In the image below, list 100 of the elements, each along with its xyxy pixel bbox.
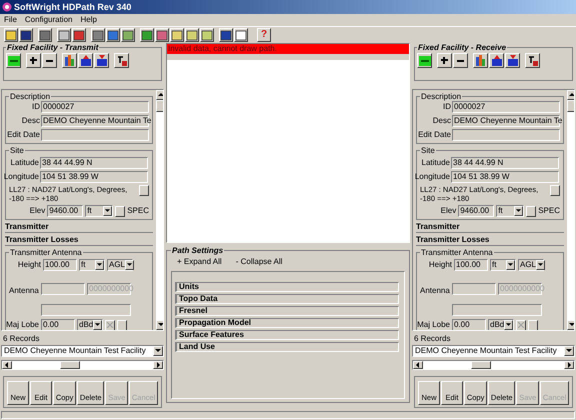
text-field[interactable]: 104 51 38.99 W xyxy=(40,171,148,183)
field-label: ID xyxy=(32,102,40,112)
dropdown[interactable]: AGL xyxy=(107,259,133,271)
text-field[interactable] xyxy=(41,304,131,316)
section-header[interactable]: Transmitter xyxy=(5,222,153,233)
field-label: Edit Date xyxy=(7,130,40,140)
menu-item[interactable]: Configuration xyxy=(24,15,72,25)
small-button[interactable] xyxy=(117,320,127,330)
section-header[interactable]: Land Use xyxy=(175,342,399,352)
section-header[interactable]: Transmitter Losses xyxy=(416,235,564,246)
right-arrow-icon xyxy=(565,361,573,369)
clear-button[interactable] xyxy=(105,320,115,330)
text-field[interactable]: 9460.00 xyxy=(458,205,494,217)
toolbar-button[interactable] xyxy=(94,53,109,68)
scroll-thumb[interactable] xyxy=(156,100,163,112)
text-field[interactable]: 100.00 xyxy=(43,259,77,271)
section-header[interactable]: Topo Data xyxy=(175,294,399,304)
error-banner: Invalid data, cannot draw path. xyxy=(167,44,409,54)
window-title: SoftWright HDPath Rev 340 xyxy=(14,1,132,13)
toolbar-button[interactable] xyxy=(453,53,468,68)
vertical-scrollbar[interactable] xyxy=(156,90,163,330)
up-arrow-icon xyxy=(157,91,163,99)
section-header[interactable]: Fresnel xyxy=(175,306,399,316)
scroll-thumb[interactable] xyxy=(567,100,574,112)
dropdown[interactable]: dBd xyxy=(488,319,514,330)
text-field[interactable] xyxy=(41,129,149,141)
toolbar-button[interactable] xyxy=(525,53,540,68)
field-label: Maj Lobe xyxy=(6,320,39,330)
toolbar-button[interactable] xyxy=(114,53,129,68)
toolbar-button[interactable] xyxy=(505,53,520,68)
group-legend: Description xyxy=(420,92,462,101)
text-field[interactable]: 9460.00 xyxy=(47,205,84,217)
field-label: Latitude xyxy=(10,158,39,168)
horizontal-scrollbar[interactable] xyxy=(412,360,575,370)
text-field[interactable] xyxy=(452,129,560,141)
datum-button[interactable] xyxy=(139,185,149,196)
dropdown[interactable]: dBd xyxy=(77,319,103,330)
field-label: Antenna xyxy=(420,286,450,295)
toolbar-button[interactable] xyxy=(42,53,57,68)
text-field[interactable]: DEMO Cheyenne Mountain Te xyxy=(41,115,149,127)
field-label: Maj Lobe xyxy=(417,320,450,330)
text-field[interactable]: 38 44 44.99 N xyxy=(40,157,148,169)
section-header[interactable]: Transmitter xyxy=(416,222,564,233)
database-download-icon xyxy=(96,55,106,66)
bar-chart-icon xyxy=(476,55,486,66)
field-label: ID xyxy=(443,102,451,112)
toolbar-button[interactable] xyxy=(473,53,488,68)
toolbar-button[interactable] xyxy=(78,53,93,68)
toolbar-button[interactable] xyxy=(26,53,41,68)
field-label: Height xyxy=(428,260,452,270)
toolbar-button[interactable] xyxy=(62,53,77,68)
small-button[interactable] xyxy=(528,320,538,330)
toolbar-button[interactable] xyxy=(417,53,432,68)
scroll-thumb[interactable] xyxy=(60,361,80,369)
text-field[interactable]: 0000027 xyxy=(41,101,149,113)
down-arrow-icon xyxy=(154,347,162,355)
field-label: Longitude xyxy=(4,172,39,182)
group-legend: Site xyxy=(420,146,436,155)
text-field[interactable]: 0.00 xyxy=(41,319,75,330)
scroll-thumb[interactable] xyxy=(471,361,491,369)
field-label: Antenna xyxy=(9,286,39,295)
spec-button[interactable] xyxy=(526,206,536,216)
record-dropdown[interactable]: DEMO Cheyenne Mountain Test Facility xyxy=(1,345,164,357)
dropdown[interactable]: ft xyxy=(496,205,524,217)
section-header[interactable]: Transmitter Losses xyxy=(5,235,153,246)
dropdown[interactable]: ft xyxy=(490,259,516,271)
text-field[interactable]: 38 44 44.99 N xyxy=(451,157,559,169)
close-icon xyxy=(518,322,524,328)
spec-button[interactable] xyxy=(115,206,126,216)
text-field[interactable]: 100.00 xyxy=(454,259,488,271)
dropdown[interactable]: AGL xyxy=(518,259,544,271)
field-label: Desc xyxy=(432,116,451,126)
text-field[interactable]: 104 51 38.99 W xyxy=(451,171,559,183)
link-icon xyxy=(418,56,430,66)
text-field[interactable] xyxy=(41,283,85,295)
toolbar-button[interactable] xyxy=(489,53,504,68)
dropdown[interactable]: ft xyxy=(85,205,114,217)
text-field[interactable] xyxy=(452,283,496,295)
toolbar-button[interactable] xyxy=(437,53,452,68)
horizontal-scrollbar[interactable] xyxy=(1,360,164,370)
menu-item[interactable]: File xyxy=(4,15,17,25)
expand-all-link[interactable]: + Expand All xyxy=(177,257,222,267)
datum-button[interactable] xyxy=(550,185,560,196)
dropdown[interactable]: ft xyxy=(79,259,105,271)
section-header[interactable]: Units xyxy=(175,282,399,292)
text-field[interactable] xyxy=(452,304,542,316)
vertical-scrollbar[interactable] xyxy=(567,90,574,330)
text-field[interactable]: 0.00 xyxy=(452,319,486,330)
database-upload-icon xyxy=(492,55,502,66)
toolbar-button[interactable] xyxy=(6,53,21,68)
section-header[interactable]: Propagation Model xyxy=(175,318,399,328)
collapse-all-link[interactable]: - Collapse All xyxy=(236,257,282,267)
minus-icon xyxy=(457,60,464,62)
record-dropdown[interactable]: DEMO Cheyenne Mountain Test Facility xyxy=(412,345,575,357)
section-header[interactable]: Surface Features xyxy=(175,330,399,340)
record-count: 6 Records xyxy=(3,334,40,344)
menu-item[interactable]: Help xyxy=(80,15,97,25)
text-field[interactable]: 0000027 xyxy=(452,101,560,113)
clear-button[interactable] xyxy=(516,320,526,330)
text-field[interactable]: DEMO Cheyenne Mountain Te xyxy=(452,115,560,127)
